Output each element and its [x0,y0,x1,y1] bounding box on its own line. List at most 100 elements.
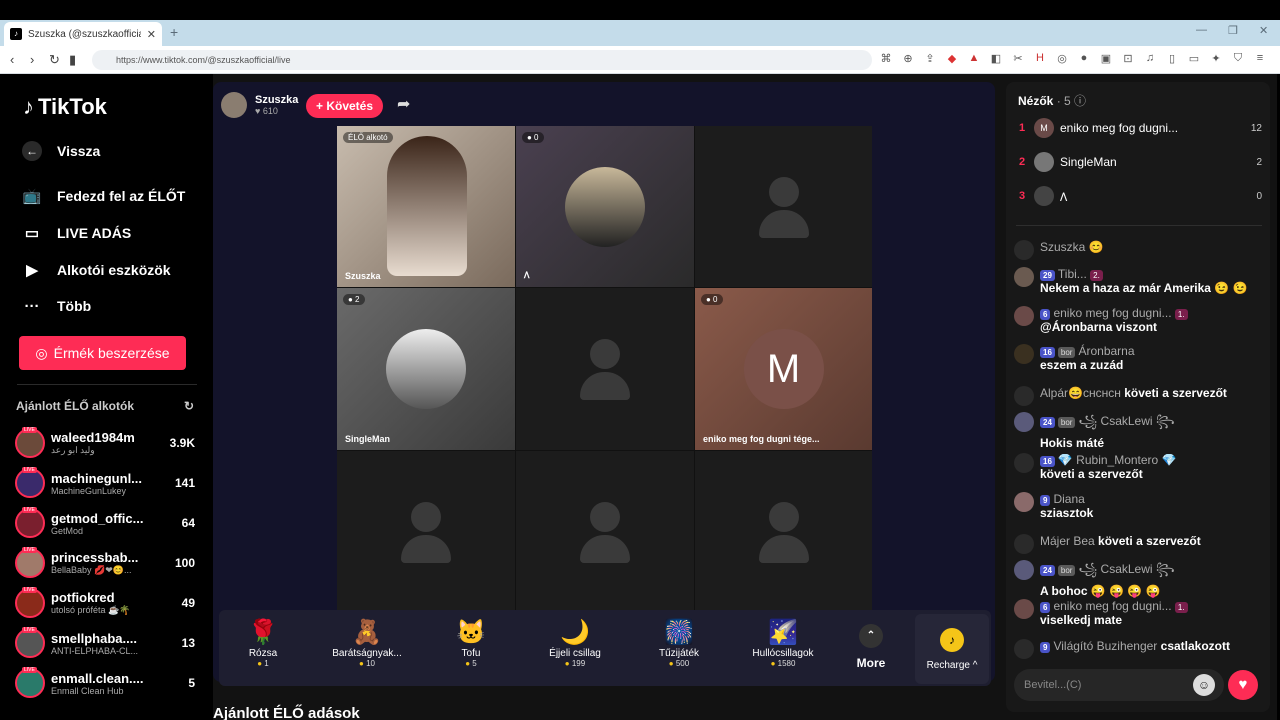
bookmark-icon[interactable]: ▮ [69,52,76,68]
chat-username[interactable]: Áronbarna [1078,344,1134,358]
extension-icon[interactable]: ● [1078,52,1090,65]
guest-slot[interactable] [516,288,694,450]
chat-avatar[interactable] [1014,412,1034,432]
chat-username[interactable]: Májer Bea [1040,534,1095,548]
ai-icon[interactable]: ✦ [1210,52,1222,65]
zoom-icon[interactable]: ⊕ [902,52,914,65]
warning-icon[interactable]: ▲ [968,52,980,65]
reload-icon[interactable]: ↻ [49,52,60,68]
get-coins-button[interactable]: ◎ Érmék beszerzése [19,336,186,370]
chat-message[interactable]: Szuszka 😊 [1014,240,1264,260]
gift-item[interactable]: 🐱 Tofu ● 5 [416,618,526,668]
chat-username[interactable]: eniko meg fog dugni... [1053,599,1171,613]
more-gifts-button[interactable]: ⌃ More [851,624,891,670]
chat-avatar[interactable] [1014,560,1034,580]
back-icon[interactable]: ‹ [10,52,14,67]
viewer-row[interactable]: 2 SingleMan 2 [1016,149,1262,175]
emoji-icon[interactable]: ☺ [1193,674,1215,696]
gift-item[interactable]: 🌹 Rózsa ● 1 [208,618,318,668]
recharge-button[interactable]: ♪ Recharge ^ [915,614,989,684]
guest-slot[interactable]: ● 0 𐒰 [516,126,694,287]
forward-icon[interactable]: › [30,52,34,67]
gift-item[interactable]: 🌙 Éjjeli csillag ● 199 [520,618,630,668]
chat-message[interactable]: 16 bor Áronbarna eszem a zuzád [1014,344,1264,372]
viewer-row[interactable]: 3 𐒰 0 [1016,183,1262,209]
shield-icon[interactable]: ◆ [946,52,958,65]
guest-slot[interactable] [695,126,872,287]
chat-username[interactable]: ꧁ CsakLewi ꧂ [1078,562,1174,576]
nav-creator-tools[interactable]: ▶ Alkotói eszközök [21,259,170,281]
creator-avatar[interactable]: LIVE [15,507,45,538]
extension-icon[interactable]: ✂ [1012,52,1024,65]
chat-message[interactable]: 9 Diana sziasztok [1014,492,1264,520]
url-field[interactable]: https://www.tiktok.com/@szuszkaofficial/… [92,50,872,70]
share-icon[interactable]: ⇪ [924,52,936,65]
share-arrow-icon[interactable]: ➦ [397,94,410,114]
creator-avatar[interactable]: LIVE [15,467,45,498]
guest-slot[interactable]: ÉLŐ alkotó Szuszka [337,126,515,287]
chat-avatar[interactable] [1014,306,1034,326]
gift-item[interactable]: 🧸 Barátságnyak... ● 10 [312,618,422,668]
chat-message[interactable]: 16 💎 Rubin_Montero 💎 követi a szervezőt [1014,453,1264,481]
chat-message[interactable]: Alpár😄ᴄʜᴄʜᴄʜ követi a szervezőt [1014,386,1264,406]
gift-item[interactable]: 🌠 Hullócsillagok ● 1580 [728,618,838,668]
chat-username[interactable]: 💎 Rubin_Montero 💎 [1058,453,1177,467]
new-tab-icon[interactable]: + [170,24,178,40]
creator-avatar[interactable]: LIVE [15,587,45,618]
music-icon[interactable]: ♫ [1144,52,1156,65]
guest-slot[interactable]: ● 2 SingleMan [337,288,515,450]
chat-username[interactable]: Szuszka 😊 [1040,240,1104,254]
chat-message[interactable]: 6 eniko meg fog dugni... 1. viselkedj mate [1014,599,1264,627]
chat-username[interactable]: eniko meg fog dugni... [1053,306,1171,320]
sidebar-icon[interactable]: ▯ [1166,52,1178,65]
chat-message[interactable]: 9 Világító Buzihenger csatlakozott [1014,639,1264,659]
chat-message[interactable]: 24 bor ꧁ CsakLewi ꧂ A bohoc 😜 😜 😜 😜 [1014,560,1264,598]
chat-username[interactable]: ꧁ CsakLewi ꧂ [1078,414,1174,428]
viewer-row[interactable]: 1 Meniko meg fog dugni... 12 [1016,115,1262,141]
extension-icon[interactable]: ▣ [1100,52,1112,65]
recommended-creator[interactable]: LIVE enmall.clean.... Enmall Clean Hub 5 [15,665,195,701]
nav-back[interactable]: ← Vissza [21,140,100,162]
nav-more[interactable]: ··· Több [21,295,92,317]
chat-avatar[interactable] [1014,240,1034,260]
creator-avatar[interactable]: LIVE [15,627,45,658]
chat-message[interactable]: 24 bor ꧁ CsakLewi ꧂ Hokis máté [1014,412,1264,450]
refresh-icon[interactable]: ↻ [184,399,194,413]
creator-avatar[interactable]: LIVE [15,667,45,698]
chat-message[interactable]: 29 Tibi... 2. Nekem a haza az már Amerika … [1014,267,1264,295]
recommended-creator[interactable]: LIVE waleed1984m وليد ابو رعد 3.9K [15,425,195,461]
help-icon[interactable]: ⓘ [1074,94,1086,108]
gift-item[interactable]: 🎆 Tűzijáték ● 500 [624,618,734,668]
guest-slot[interactable] [516,451,694,612]
nav-explore-live[interactable]: 📺 Fedezd fel az ÉLŐT [21,185,186,207]
recommended-creator[interactable]: LIVE machinegunl... MachineGunLukey 141 [15,465,195,501]
translate-icon[interactable]: ⌘ [880,52,892,65]
guest-slot[interactable] [695,451,872,612]
chat-username[interactable]: Világító Buzihenger [1053,639,1157,653]
chat-avatar[interactable] [1014,599,1034,619]
wallet-icon[interactable]: ▭ [1188,52,1200,65]
viewers-header[interactable]: Nézők · 5 ⓘ [1018,92,1086,109]
chat-username[interactable]: Diana [1053,492,1084,506]
close-tab-icon[interactable]: ✕ [147,28,156,41]
recommended-creator[interactable]: LIVE potfiokred utolsó próféta ☕🌴 49 [15,585,195,621]
chat-avatar[interactable] [1014,344,1034,364]
guest-slot[interactable] [337,451,515,612]
chat-avatar[interactable] [1014,386,1034,406]
creator-avatar[interactable]: LIVE [15,547,45,578]
close-window-icon[interactable]: ✕ [1259,24,1268,37]
extension-icon[interactable]: ◎ [1056,52,1068,65]
nav-go-live[interactable]: ▭ LIVE ADÁS [21,222,131,244]
creator-avatar[interactable]: LIVE [15,427,45,458]
chat-message[interactable]: 6 eniko meg fog dugni... 1. @Áronbarna vis… [1014,306,1264,334]
follow-button[interactable]: + Követés [306,94,383,118]
chat-avatar[interactable] [1014,267,1034,287]
like-heart-button[interactable]: ♥ [1228,670,1258,700]
chat-avatar[interactable] [1014,453,1034,473]
minimize-icon[interactable]: — [1196,24,1207,36]
tiktok-logo[interactable]: ♪ TikTok [23,94,107,120]
chat-username[interactable]: Tibi... [1058,267,1087,281]
guest-slot[interactable]: M ● 0 eniko meg fog dugni tége... [695,288,872,450]
host-info[interactable]: Szuszka ♥ 610 [221,92,298,118]
chat-message[interactable]: Májer Bea követi a szervezőt [1014,534,1264,554]
